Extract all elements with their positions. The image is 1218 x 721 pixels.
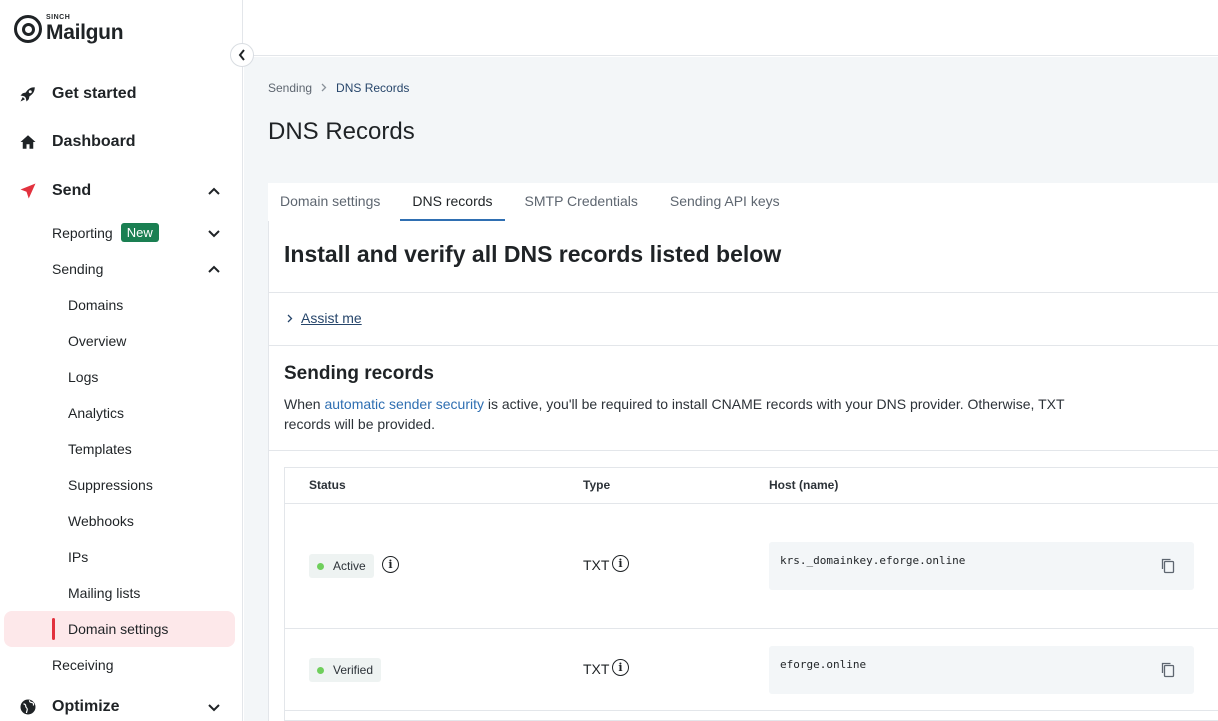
nav-label: Send bbox=[52, 182, 92, 199]
nav-dashboard[interactable]: Dashboard bbox=[18, 132, 136, 152]
record-type-label: TXT bbox=[583, 557, 610, 573]
sidebar-item-ips[interactable]: IPs bbox=[68, 549, 88, 565]
status-badge: Verified bbox=[309, 658, 382, 682]
chevron-down-icon[interactable] bbox=[206, 700, 222, 716]
rocket-icon bbox=[18, 84, 38, 104]
mailgun-logo[interactable]: SINCH Mailgun bbox=[14, 14, 124, 44]
nav-get-started[interactable]: Get started bbox=[18, 84, 136, 104]
collapse-sidebar-button[interactable] bbox=[230, 43, 254, 67]
divider bbox=[268, 345, 1218, 346]
sidebar-item-templates[interactable]: Templates bbox=[68, 441, 132, 457]
status-dot-icon bbox=[317, 666, 324, 674]
breadcrumb-parent[interactable]: Sending bbox=[268, 81, 312, 95]
column-header-type: Type bbox=[583, 478, 611, 492]
home-icon bbox=[18, 132, 38, 152]
chevron-down-icon[interactable] bbox=[206, 226, 222, 242]
nav-label: Dashboard bbox=[52, 133, 136, 150]
info-icon[interactable]: i bbox=[612, 659, 629, 676]
chevron-up-icon[interactable] bbox=[206, 183, 222, 199]
active-item-indicator bbox=[52, 618, 55, 640]
breadcrumb: Sending DNS Records bbox=[268, 81, 409, 95]
status-badge: Active bbox=[309, 554, 374, 578]
send-icon bbox=[18, 181, 38, 201]
sidebar-item-domain-settings[interactable]: Domain settings bbox=[68, 621, 168, 637]
nav-optimize[interactable]: Optimize bbox=[18, 697, 120, 717]
breadcrumb-current[interactable]: DNS Records bbox=[336, 81, 409, 95]
divider bbox=[268, 450, 1218, 451]
page-title: DNS Records bbox=[268, 118, 415, 145]
tab-dns-records[interactable]: DNS records bbox=[400, 183, 505, 221]
tab-smtp-credentials[interactable]: SMTP Credentials bbox=[513, 183, 650, 221]
chevron-up-icon[interactable] bbox=[206, 261, 222, 277]
logo-tagline: SINCH bbox=[46, 14, 71, 21]
record-type-label: TXT bbox=[583, 661, 610, 677]
nav-send[interactable]: Send bbox=[18, 181, 91, 201]
chevron-right-icon bbox=[321, 81, 327, 95]
nav-label: Get started bbox=[52, 85, 137, 102]
sidebar-item-mailing-lists[interactable]: Mailing lists bbox=[68, 585, 140, 601]
sidebar: SINCH Mailgun Get started Dashboard Send… bbox=[0, 0, 243, 721]
divider bbox=[268, 292, 1218, 293]
nav-label: Receiving bbox=[52, 657, 114, 673]
sending-records-heading: Sending records bbox=[284, 363, 434, 384]
host-value[interactable]: krs._domainkey.eforge.online bbox=[780, 554, 965, 567]
info-icon[interactable]: i bbox=[382, 556, 399, 573]
chevron-right-icon bbox=[287, 314, 293, 322]
status-label: Active bbox=[333, 559, 366, 573]
host-field: krs._domainkey.eforge.online bbox=[769, 542, 1194, 590]
assist-me-toggle[interactable]: Assist me bbox=[287, 310, 362, 326]
tab-domain-settings[interactable]: Domain settings bbox=[268, 183, 392, 221]
sidebar-item-overview[interactable]: Overview bbox=[68, 333, 126, 349]
top-bar bbox=[243, 0, 1218, 56]
column-header-host: Host (name) bbox=[769, 478, 839, 492]
host-value[interactable]: eforge.online bbox=[780, 658, 866, 671]
tab-sending-api-keys[interactable]: Sending API keys bbox=[658, 183, 792, 221]
copy-icon[interactable] bbox=[1160, 661, 1176, 679]
new-badge: New bbox=[120, 223, 159, 242]
sidebar-item-webhooks[interactable]: Webhooks bbox=[68, 513, 134, 529]
globe-icon bbox=[18, 697, 38, 717]
sidebar-item-suppressions[interactable]: Suppressions bbox=[68, 477, 153, 493]
copy-icon[interactable] bbox=[1160, 557, 1176, 575]
column-header-status: Status bbox=[309, 478, 346, 492]
mailgun-logo-icon bbox=[14, 14, 42, 43]
status-dot-icon bbox=[317, 562, 324, 570]
info-icon[interactable]: i bbox=[612, 555, 629, 572]
row-divider bbox=[285, 503, 1218, 504]
sidebar-item-domains[interactable]: Domains bbox=[68, 297, 123, 313]
record-type: TXT bbox=[583, 557, 609, 573]
status-label: Verified bbox=[333, 663, 374, 677]
install-heading: Install and verify all DNS records liste… bbox=[284, 241, 782, 267]
record-type: TXT bbox=[583, 661, 609, 677]
assist-me-link[interactable]: Assist me bbox=[301, 310, 362, 326]
host-field: eforge.online bbox=[769, 646, 1194, 694]
row-divider bbox=[285, 628, 1218, 629]
logo-name: Mailgun bbox=[46, 21, 124, 44]
chevron-left-icon bbox=[238, 49, 245, 61]
nav-label: Optimize bbox=[52, 698, 120, 715]
automatic-sender-security-link[interactable]: automatic sender security bbox=[324, 396, 484, 412]
nav-reporting[interactable]: Reporting New bbox=[52, 223, 159, 242]
nav-sending[interactable]: Sending bbox=[52, 261, 103, 277]
nav-label: Reporting bbox=[52, 224, 113, 241]
sending-records-description: When automatic sender security is active… bbox=[284, 394, 1074, 434]
nav-label: Sending bbox=[52, 261, 104, 277]
sidebar-item-analytics[interactable]: Analytics bbox=[68, 405, 124, 421]
desc-text: When bbox=[284, 396, 325, 412]
nav-receiving[interactable]: Receiving bbox=[52, 657, 113, 673]
sidebar-item-logs[interactable]: Logs bbox=[68, 369, 98, 385]
row-divider bbox=[285, 710, 1218, 711]
tab-bar: Domain settings DNS records SMTP Credent… bbox=[268, 183, 800, 221]
